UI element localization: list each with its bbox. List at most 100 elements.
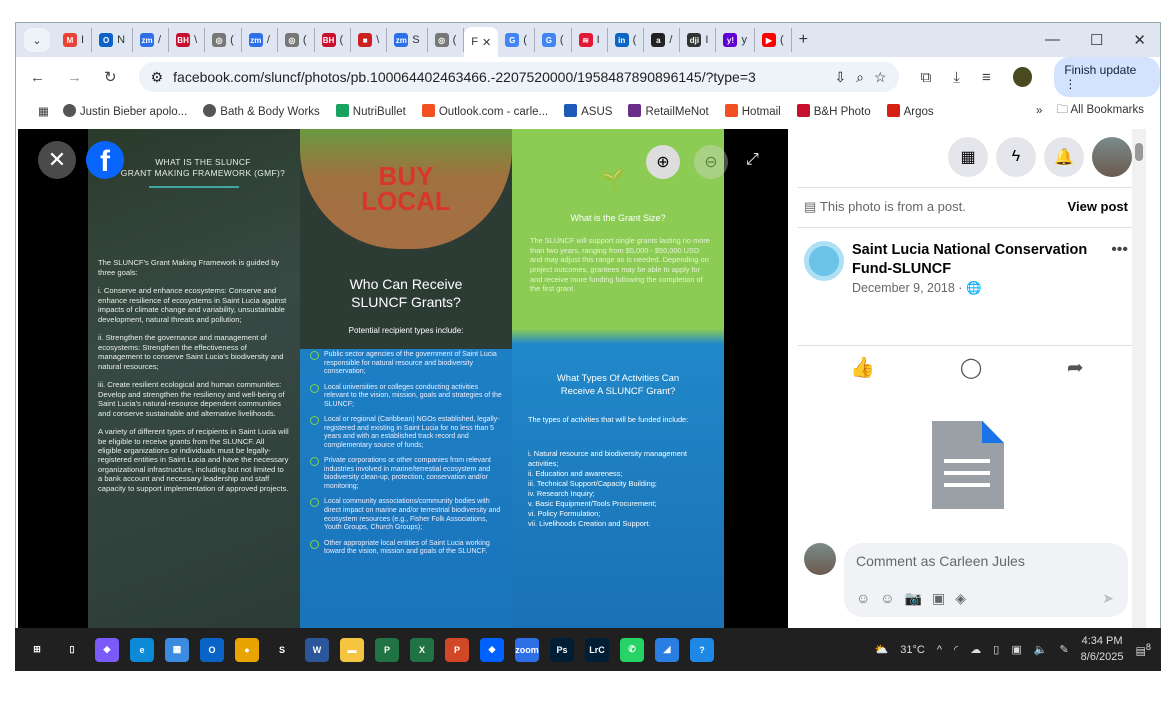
page-avatar[interactable] [804,241,844,281]
tab[interactable]: ◎( [278,28,315,52]
tab[interactable]: ◎( [428,28,465,52]
powerpoint-icon[interactable]: P [445,637,469,662]
bookmark-item[interactable]: ASUS [564,104,612,118]
address-bar[interactable]: ⚙ facebook.com/sluncf/photos/pb.10006440… [138,62,899,92]
media-icon[interactable]: ≡ [982,69,991,86]
new-tab-button[interactable]: + [792,28,815,52]
minimize-icon[interactable]: — [1045,31,1060,49]
tab[interactable]: ◎( [205,28,242,52]
tab[interactable]: G( [498,28,535,52]
avatar-sticker-icon[interactable]: ☺ [856,590,870,607]
tab[interactable]: ■ \ [351,28,388,52]
task-view-icon[interactable]: ▯ [60,638,84,662]
lightroom-icon[interactable]: LrC [585,637,609,662]
start-icon[interactable]: ⊞ [25,638,49,662]
bookmark-item[interactable]: Justin Bieber apolo... [62,104,187,118]
facebook-logo[interactable]: f [86,141,124,179]
zoom-icon[interactable]: ⌕ [856,69,864,86]
tab[interactable]: a / [644,28,681,52]
menu-grid-button[interactable]: ▦ [948,137,988,177]
volume-icon[interactable]: 🔈 [1034,643,1048,656]
messenger-button[interactable]: ϟ [996,137,1036,177]
zoom-in-button[interactable]: ⊕ [646,145,680,179]
view-post-link[interactable]: View post [1068,199,1128,215]
reload-icon[interactable]: ↻ [104,68,117,86]
more-options-icon[interactable]: ••• [1111,241,1128,296]
camera-icon[interactable]: 📷 [905,590,922,607]
all-bookmarks[interactable]: 🗀 All Bookmarks [1056,102,1144,121]
like-icon[interactable]: 👍 [850,355,875,380]
tab[interactable]: y! y [716,28,755,52]
install-app-icon[interactable]: ⇩ [834,69,846,86]
app-icon[interactable]: S [270,638,294,662]
close-tab-icon[interactable]: ✕ [482,36,491,49]
back-icon[interactable]: ← [30,69,45,86]
display-icon[interactable]: ▣ [1011,643,1021,656]
bookmark-item[interactable]: B&H Photo [796,104,871,118]
project-icon[interactable]: P [375,637,399,662]
extensions-icon[interactable]: ⧉ [921,69,932,86]
url-text[interactable]: facebook.com/sluncf/photos/pb.1000644024… [173,69,824,85]
tab[interactable]: dji I [680,28,717,52]
wifi-icon[interactable]: ◜ [954,643,958,656]
edge-icon[interactable]: e [130,637,154,662]
fullscreen-icon[interactable]: ⤢ [746,151,759,169]
account-avatar[interactable] [1092,137,1132,177]
tab[interactable]: MI [56,28,93,52]
commenter-avatar[interactable] [804,543,836,575]
tab[interactable]: BH \ [169,28,206,52]
file-explorer-icon[interactable]: ▬ [340,637,364,662]
send-icon[interactable]: ➤ [1102,590,1114,607]
bookmark-item[interactable]: Hotmail [724,104,781,118]
bookmark-item[interactable]: Outlook.com - carle... [421,104,548,118]
tab[interactable]: zm / [242,28,278,52]
downloads-icon[interactable]: ⤓ [953,69,960,86]
bookmark-item[interactable]: NutriBullet [335,104,406,118]
apps-icon[interactable]: ▦ [38,104,49,118]
word-icon[interactable]: W [305,637,329,662]
help-icon[interactable]: ? [690,637,714,662]
excel-icon[interactable]: X [410,637,434,662]
store-icon[interactable]: ▦ [165,637,189,662]
clock[interactable]: 4:34 PM 8/6/2025 [1081,634,1124,665]
photos-icon[interactable]: ◢ [655,637,679,662]
tab[interactable]: ▶( [755,28,792,52]
tab[interactable]: zm / [133,28,170,52]
forward-icon[interactable]: → [67,69,82,86]
more-bookmarks-icon[interactable]: » [1036,105,1042,117]
zoom-out-button[interactable]: ⊖ [694,145,728,179]
sticker-icon[interactable]: ◈ [955,590,966,607]
tab[interactable]: BH( [315,28,352,52]
close-window-icon[interactable]: ✕ [1133,31,1146,49]
chrome-icon[interactable]: ● [235,637,259,662]
notifications-icon[interactable]: ▤8 [1136,642,1152,658]
weather-temp[interactable]: 31°C [900,644,925,656]
notifications-button[interactable]: 🔔 [1044,137,1084,177]
comment-input[interactable]: Comment as Carleen Jules ☺ ☺ 📷 ▣ ◈ ➤ [844,543,1128,617]
outlook-icon[interactable]: O [200,637,224,662]
close-viewer-button[interactable]: ✕ [38,141,76,179]
emoji-icon[interactable]: ☺ [880,590,894,607]
profile-avatar[interactable] [1012,67,1033,87]
tray-expand-icon[interactable]: ^ [937,644,942,656]
dropbox-icon[interactable]: ◆ [480,637,504,662]
maximize-icon[interactable]: ☐ [1090,31,1103,49]
tab[interactable]: ON [92,28,134,52]
copilot-icon[interactable]: ◆ [95,637,119,662]
post-date[interactable]: December 9, 2018 · [852,281,966,295]
whatsapp-icon[interactable]: ✆ [620,637,644,662]
tab[interactable]: zm S [387,28,428,52]
page-name-link[interactable]: Saint Lucia National Conservation Fund-S… [852,241,1092,279]
zoom-icon[interactable]: zoom [515,637,539,662]
tab-search-button[interactable]: ⌄ [24,28,50,52]
scrollbar[interactable] [1132,129,1146,628]
tab[interactable]: G( [535,28,572,52]
tab[interactable]: ≋ I [572,28,608,52]
tab[interactable]: in( [608,28,645,52]
gif-icon[interactable]: ▣ [932,590,945,607]
photoshop-icon[interactable]: Ps [550,637,574,662]
bookmark-item[interactable]: Argos [886,104,934,118]
bookmark-item[interactable]: Bath & Body Works [203,104,320,118]
bookmark-star-icon[interactable]: ☆ [874,69,887,86]
bookmark-item[interactable]: RetailMeNot [628,104,709,118]
